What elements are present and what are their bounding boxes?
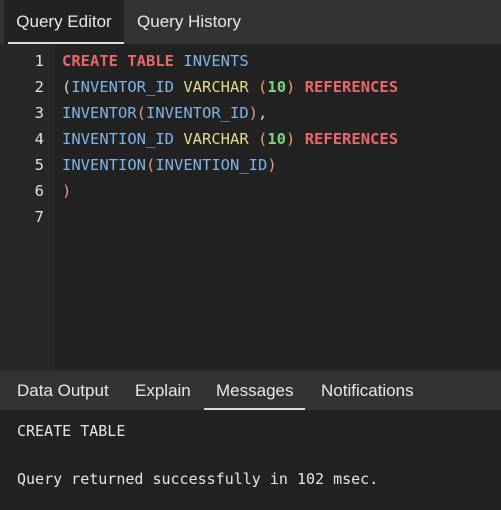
tab-query-editor[interactable]: Query Editor — [4, 0, 124, 44]
line-number: 4 — [34, 130, 44, 148]
paren: ) — [286, 130, 296, 148]
code-line-6: ) — [62, 178, 71, 204]
tab-query-history-label: Query History — [137, 12, 241, 31]
data-type: VARCHAR — [183, 130, 249, 148]
line-number-gutter: 1 2 3 4 5 6 7 — [0, 44, 55, 370]
keyword: TABLE — [127, 52, 175, 70]
tab-data-output-label: Data Output — [17, 381, 109, 400]
number: 10 — [267, 130, 287, 148]
line-number: 1 — [34, 52, 44, 70]
tab-notifications[interactable]: Notifications — [321, 372, 414, 410]
number: 10 — [267, 78, 287, 96]
comma: , — [258, 104, 268, 122]
tab-messages[interactable]: Messages — [204, 372, 306, 410]
table-name: INVENTOR — [62, 104, 137, 122]
messages-panel: CREATE TABLE Query returned successfully… — [0, 410, 501, 510]
table-name: INVENTION — [62, 156, 146, 174]
paren: ( — [258, 78, 268, 96]
tab-explain[interactable]: Explain — [135, 372, 191, 410]
code-line-1: CREATE TABLE INVENTS — [62, 48, 249, 74]
tab-query-editor-label: Query Editor — [16, 12, 112, 31]
line-number: 3 — [34, 104, 44, 122]
column-name: INVENTION_ID — [155, 156, 268, 174]
column-name: INVENTOR_ID — [146, 104, 249, 122]
query-editor[interactable]: 1 2 3 4 5 6 7 CREATE TABLE INVENTS (INVE… — [0, 44, 501, 370]
line-number: 5 — [34, 156, 44, 174]
tab-notifications-label: Notifications — [321, 381, 414, 400]
code-line-3: INVENTOR(INVENTOR_ID), — [62, 100, 267, 126]
keyword: CREATE — [62, 52, 118, 70]
tab-query-history[interactable]: Query History — [128, 0, 250, 44]
output-tab-bar: Data Output Explain Messages Notificatio… — [0, 372, 501, 410]
tab-messages-label: Messages — [216, 381, 294, 400]
tab-explain-label: Explain — [135, 381, 191, 400]
paren: ( — [62, 78, 72, 96]
table-name: INVENTS — [183, 52, 249, 70]
paren: ) — [267, 156, 277, 174]
paren: ( — [258, 130, 268, 148]
column-name: INVENTOR_ID — [71, 78, 174, 96]
line-number: 6 — [34, 182, 44, 200]
code-line-5: INVENTION(INVENTION_ID) — [62, 152, 277, 178]
code-line-2: (INVENTOR_ID VARCHAR (10) REFERENCES — [62, 74, 398, 100]
keyword: REFERENCES — [304, 78, 399, 96]
column-name: INVENTION_ID — [62, 130, 174, 148]
data-type: VARCHAR — [183, 78, 249, 96]
paren: ( — [146, 156, 156, 174]
tab-data-output[interactable]: Data Output — [17, 372, 109, 410]
paren: ) — [248, 104, 258, 122]
paren: ) — [286, 78, 296, 96]
keyword: REFERENCES — [304, 130, 399, 148]
paren: ) — [62, 182, 72, 200]
code-line-4: INVENTION_ID VARCHAR (10) REFERENCES — [62, 126, 398, 152]
line-number: 2 — [34, 78, 44, 96]
editor-tab-bar: Query Editor Query History — [0, 0, 501, 44]
line-number: 7 — [34, 208, 44, 226]
message-line: Query returned successfully in 102 msec. — [17, 470, 379, 488]
message-line: CREATE TABLE — [17, 422, 126, 440]
paren: ( — [136, 104, 146, 122]
